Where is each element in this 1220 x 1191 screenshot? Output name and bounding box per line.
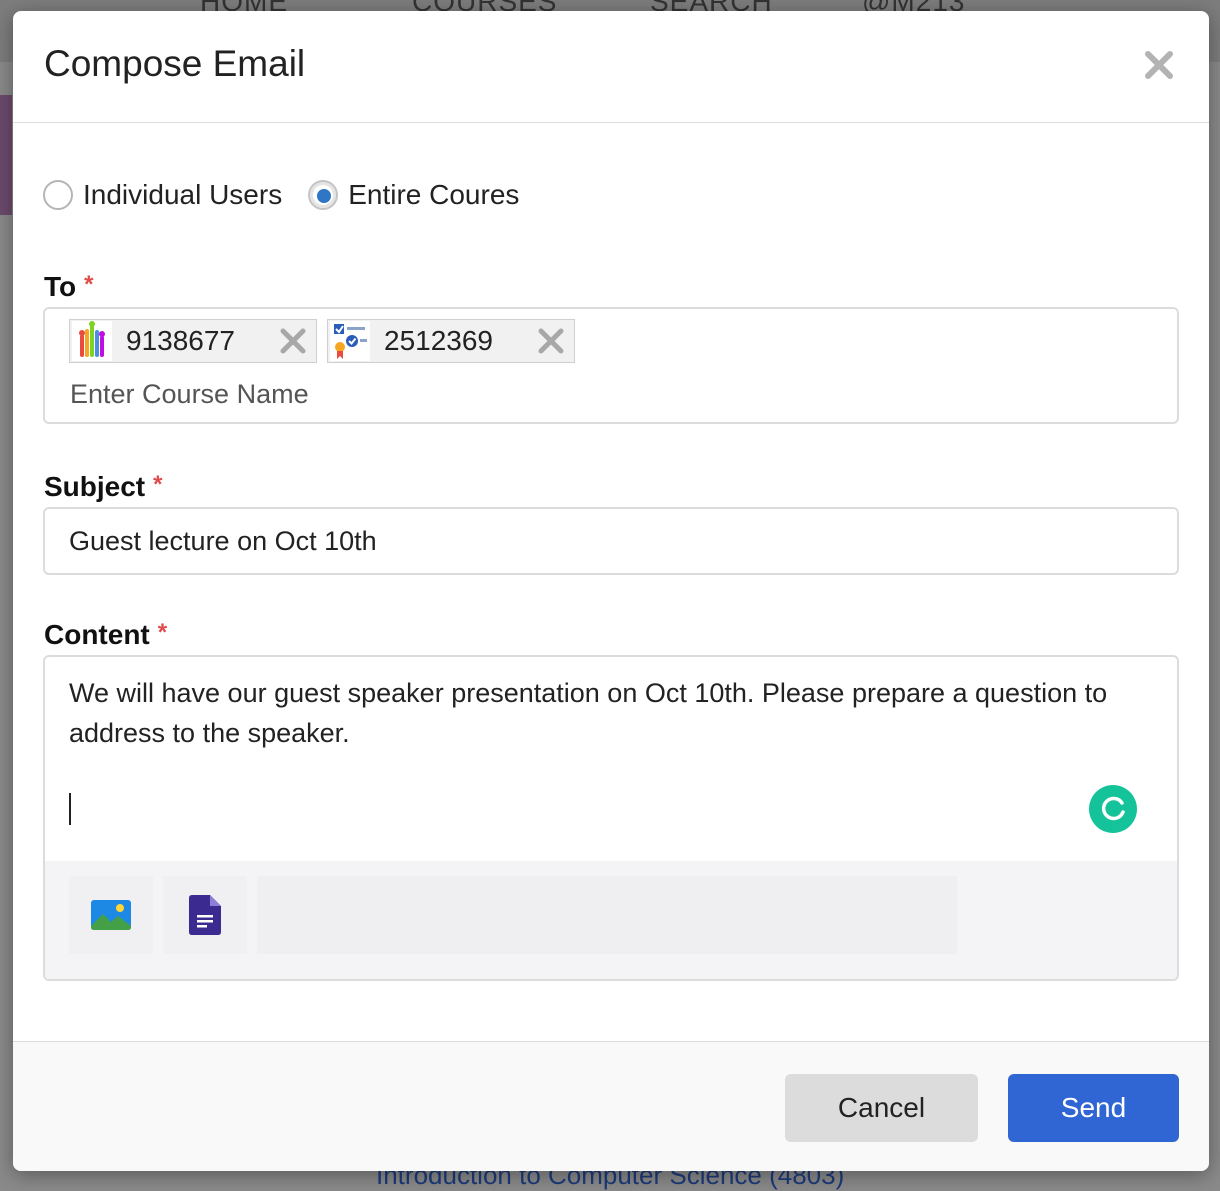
- modal-title: Compose Email: [44, 43, 306, 84]
- send-button[interactable]: Send: [1008, 1074, 1179, 1142]
- course-checklist-icon: [330, 321, 370, 361]
- editor-toolbar: [45, 861, 1177, 979]
- required-asterisk: *: [153, 471, 163, 498]
- recipient-type-group: Individual Users Entire Coures: [43, 179, 545, 211]
- recipient-chip-2: 2512369: [327, 319, 575, 363]
- required-asterisk: *: [84, 271, 94, 298]
- to-label-text: To: [44, 271, 77, 302]
- course-name-input[interactable]: [70, 379, 670, 410]
- grammar-assistant-button[interactable]: [1089, 785, 1137, 833]
- content-label-text: Content: [44, 619, 150, 650]
- close-x-icon: [1145, 51, 1173, 79]
- radio-entire-course[interactable]: Entire Coures: [308, 179, 519, 211]
- remove-chip-1-icon[interactable]: [278, 326, 308, 356]
- radio-entire-course-circle[interactable]: [308, 180, 339, 210]
- to-label: To *: [44, 271, 93, 303]
- modal-footer: Cancel Send: [13, 1041, 1209, 1171]
- radio-individual-users-circle[interactable]: [43, 180, 73, 210]
- content-label: Content *: [44, 619, 167, 651]
- recipient-chip-1-text: 9138677: [126, 325, 236, 356]
- radio-entire-course-label: Entire Coures: [348, 179, 520, 210]
- toolbar-spacer: [257, 876, 957, 954]
- radio-individual-users-label: Individual Users: [83, 179, 283, 210]
- subject-label-text: Subject: [44, 471, 146, 502]
- document-icon: [189, 895, 221, 935]
- insert-document-button[interactable]: [163, 876, 247, 954]
- course-hands-icon: [72, 321, 112, 361]
- insert-image-button[interactable]: [69, 876, 153, 954]
- compose-email-modal: Compose Email Individual Users Entire Co…: [13, 11, 1209, 1171]
- background-thumbnail: [0, 95, 12, 215]
- to-recipients-field[interactable]: 9138677 2512369 Enter Course Name: [43, 307, 1179, 424]
- required-asterisk: *: [157, 619, 168, 646]
- close-button[interactable]: [1141, 47, 1177, 83]
- modal-body: Individual Users Entire Coures To * 9138…: [13, 123, 1209, 1041]
- recipient-chip-2-text: 2512369: [384, 325, 494, 356]
- grammar-check-icon: [1101, 796, 1125, 821]
- recipient-chip-1: 9138677: [69, 319, 317, 363]
- subject-label: Subject *: [44, 471, 162, 503]
- remove-chip-2-icon[interactable]: [536, 326, 566, 356]
- modal-header: Compose Email: [13, 11, 1209, 123]
- text-cursor: [69, 793, 71, 825]
- cancel-button[interactable]: Cancel: [785, 1074, 978, 1142]
- subject-input[interactable]: [43, 507, 1179, 575]
- content-editor[interactable]: We will have our guest speaker presentat…: [43, 655, 1179, 981]
- content-text[interactable]: We will have our guest speaker presentat…: [69, 673, 1159, 753]
- image-icon: [91, 900, 131, 930]
- radio-individual-users[interactable]: Individual Users: [43, 179, 282, 211]
